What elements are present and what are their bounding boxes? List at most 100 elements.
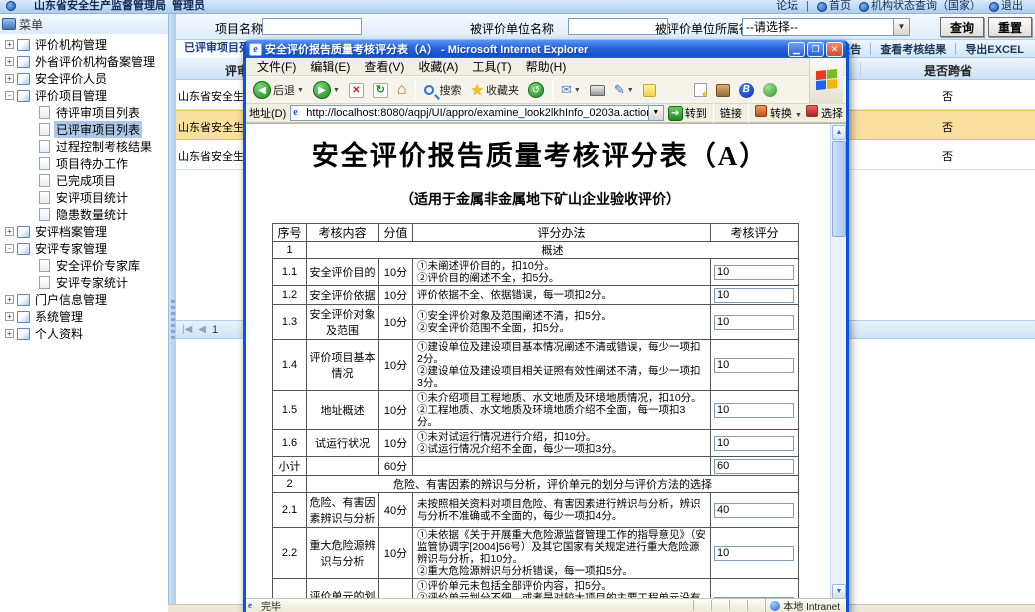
project-name-input[interactable] <box>262 18 362 35</box>
forward-dropdown-icon[interactable]: ▼ <box>333 87 340 94</box>
forward-button[interactable]: ▶▼ <box>310 80 343 100</box>
chevron-down-icon[interactable]: ▼ <box>893 19 909 35</box>
tree-item[interactable]: -安评专家管理 <box>0 240 168 257</box>
tree-item[interactable]: + 门户信息管理 <box>0 291 168 308</box>
research-button[interactable] <box>713 83 733 98</box>
score-input[interactable] <box>714 315 794 330</box>
tree-item[interactable]: 过程控制考核结果 <box>0 138 168 155</box>
discuss-button[interactable] <box>640 83 659 98</box>
tree-item[interactable]: 安评专家统计 <box>0 274 168 291</box>
tree-item-label[interactable]: 安评档案管理 <box>33 223 109 240</box>
tree-item-label[interactable]: 隐患数量统计 <box>54 206 130 223</box>
first-page-button[interactable]: |◀ <box>182 324 192 335</box>
tree-item[interactable]: 已评审项目列表 <box>0 121 168 138</box>
expand-plus-icon[interactable]: + <box>5 40 14 49</box>
splitter-grip-icon[interactable] <box>171 300 175 340</box>
search-button[interactable]: 搜索 <box>421 81 465 99</box>
tree-item-label[interactable]: 系统管理 <box>33 308 85 325</box>
convert-dropdown-icon[interactable]: ▼ <box>795 112 802 119</box>
reset-button[interactable]: 重置 <box>988 17 1032 37</box>
home-link[interactable]: 首页 <box>817 0 851 13</box>
refresh-button[interactable]: ↻ <box>370 82 391 99</box>
expand-plus-icon[interactable]: + <box>5 312 14 321</box>
tree-item-label[interactable]: 安评专家统计 <box>54 274 130 291</box>
status-query-link[interactable]: 机构状态查询（国家） <box>859 0 981 13</box>
tree-item[interactable]: + 安全评价人员 <box>0 70 168 87</box>
logout-link[interactable]: 退出 <box>989 0 1023 13</box>
address-input[interactable]: e http://localhost:8080/aqpj/UI/appro/ex… <box>290 105 664 121</box>
score-input[interactable] <box>714 503 794 518</box>
score-input[interactable] <box>714 436 794 451</box>
tree-item[interactable]: 已完成项目 <box>0 172 168 189</box>
back-button[interactable]: ◀后退▼ <box>250 80 307 100</box>
tree-item[interactable]: + 系统管理 <box>0 308 168 325</box>
score-input[interactable] <box>714 288 794 303</box>
grid-action-link[interactable]: 查看考核结果 <box>871 41 955 57</box>
score-input[interactable] <box>714 459 794 474</box>
tree-item[interactable]: - 评价项目管理 <box>0 87 168 104</box>
tree-item-label[interactable]: 评价机构管理 <box>33 36 109 53</box>
tree-item[interactable]: 安评项目统计 <box>0 189 168 206</box>
expand-plus-icon[interactable]: + <box>5 329 14 338</box>
score-input[interactable] <box>714 358 794 373</box>
menu-item[interactable]: 文件(F) <box>250 58 303 75</box>
window-titlebar[interactable]: e 安全评价报告质量考核评分表（A） - Microsoft Internet … <box>246 40 846 58</box>
menu-item[interactable]: 工具(T) <box>465 58 518 75</box>
history-button[interactable]: ↺ <box>525 81 547 99</box>
tree-item[interactable]: + 安评档案管理 <box>0 223 168 240</box>
scroll-up-icon[interactable]: ▲ <box>832 125 846 140</box>
tree-item-label[interactable]: 个人资料 <box>33 325 85 342</box>
edit-dropdown-icon[interactable]: ▼ <box>627 87 634 94</box>
tree-item[interactable]: 待评审项目列表 <box>0 104 168 121</box>
minimize-button[interactable]: ▁ <box>788 42 805 57</box>
tree-item-label[interactable]: 安评项目统计 <box>54 189 130 206</box>
score-input[interactable] <box>714 546 794 561</box>
tree-item-label[interactable]: 安全评价专家库 <box>54 257 142 274</box>
tree-item-label[interactable]: 已评审项目列表 <box>54 121 142 138</box>
tree-item[interactable]: +外省评价机构备案管理 <box>0 53 168 70</box>
tree-item-label[interactable]: 项目待办工作 <box>54 155 130 172</box>
add-favorite-button[interactable] <box>691 82 710 98</box>
score-input[interactable] <box>714 597 794 598</box>
unit-name-input[interactable] <box>568 18 668 35</box>
mail-button[interactable]: ✉▼ <box>558 81 584 99</box>
menu-item[interactable]: 查看(V) <box>357 58 411 75</box>
mail-dropdown-icon[interactable]: ▼ <box>574 87 581 94</box>
tree-item[interactable]: + 个人资料 <box>0 325 168 342</box>
forum-link[interactable]: 论坛 <box>776 0 798 13</box>
collapse-minus-icon[interactable]: - <box>5 91 14 100</box>
print-button[interactable] <box>587 84 608 97</box>
expand-plus-icon[interactable]: + <box>5 295 14 304</box>
expand-plus-icon[interactable]: + <box>5 57 14 66</box>
edit-button[interactable]: ✎▼ <box>611 81 637 99</box>
messenger-button[interactable] <box>760 82 780 98</box>
tree-item-label[interactable]: 过程控制考核结果 <box>54 138 154 155</box>
tree-item-label[interactable]: 门户信息管理 <box>33 291 109 308</box>
scroll-down-icon[interactable]: ▼ <box>832 584 846 598</box>
tree-item-label[interactable]: 评价项目管理 <box>33 87 109 104</box>
score-input[interactable] <box>714 265 794 280</box>
back-dropdown-icon[interactable]: ▼ <box>297 87 304 94</box>
bluetooth-button[interactable]: B <box>736 82 757 99</box>
address-url[interactable]: http://localhost:8080/aqpj/UI/appro/exam… <box>306 107 648 119</box>
industry-select[interactable]: --请选择-- ▼ <box>742 18 910 36</box>
tree-item[interactable]: + 评价机构管理 <box>0 36 168 53</box>
convert-button[interactable]: 转换 ▼ <box>755 105 802 121</box>
prev-page-button[interactable]: ◀ <box>198 324 206 335</box>
select-button[interactable]: 选择 <box>806 105 843 121</box>
collapse-minus-icon[interactable]: - <box>5 244 14 253</box>
tree-item-label[interactable]: 已完成项目 <box>54 172 118 189</box>
scrollbar-thumb[interactable] <box>832 141 846 237</box>
close-button[interactable]: ✕ <box>826 42 843 57</box>
tree-item-label[interactable]: 安全评价人员 <box>33 70 109 87</box>
expand-plus-icon[interactable]: + <box>5 227 14 236</box>
go-button[interactable]: ➔转到 <box>668 105 707 121</box>
menu-item[interactable]: 帮助(H) <box>519 58 574 75</box>
query-button[interactable]: 查询 <box>940 17 984 37</box>
tree-item[interactable]: 安全评价专家库 <box>0 257 168 274</box>
stop-button[interactable]: ✕ <box>346 82 367 99</box>
panel-splitter[interactable] <box>168 14 176 612</box>
expand-plus-icon[interactable]: + <box>5 74 14 83</box>
content-scrollbar[interactable]: ▲ ▼ <box>830 124 846 598</box>
home-button[interactable]: ⌂ <box>394 81 410 99</box>
